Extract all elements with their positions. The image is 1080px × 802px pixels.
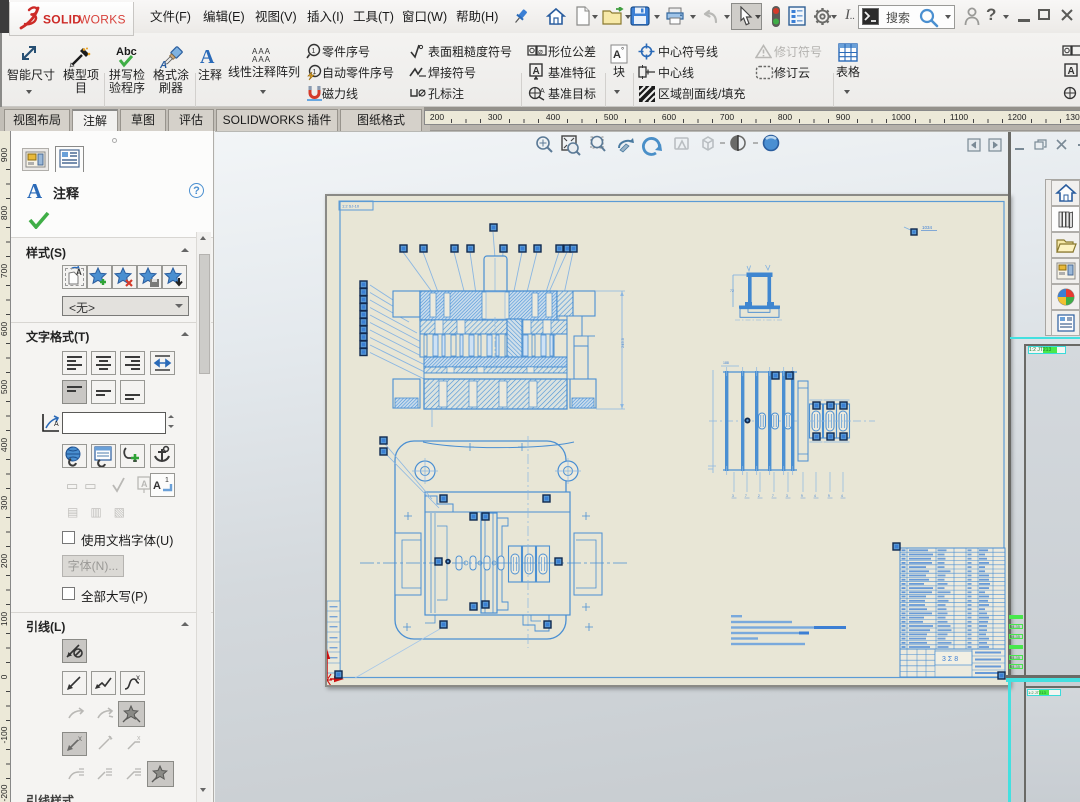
svg-text:1: 1 xyxy=(312,48,316,55)
svg-text:A: A xyxy=(200,46,215,68)
svg-text:2: 2 xyxy=(758,494,760,498)
svg-text:7: 7 xyxy=(772,494,774,498)
svg-text:300: 300 xyxy=(0,496,9,510)
svg-text:700: 700 xyxy=(720,112,734,122)
svg-text:AAA: AAA xyxy=(252,55,271,64)
svg-text:0: 0 xyxy=(0,674,9,679)
svg-text:A: A xyxy=(613,49,621,61)
svg-text:3: 3 xyxy=(732,494,734,498)
svg-text:3: 3 xyxy=(786,494,788,498)
svg-text:-200: -200 xyxy=(0,784,9,801)
svg-text:x: x xyxy=(137,735,141,742)
svg-text:-100: -100 xyxy=(0,726,9,743)
svg-text:9: 9 xyxy=(828,494,830,498)
svg-text:245.5: 245.5 xyxy=(620,337,625,348)
svg-text:A: A xyxy=(540,88,545,95)
svg-text:1034: 1034 xyxy=(922,225,933,230)
svg-text:800: 800 xyxy=(0,206,9,220)
svg-text:4: 4 xyxy=(841,494,843,498)
svg-text:600: 600 xyxy=(662,112,676,122)
svg-text:A: A xyxy=(54,421,59,428)
svg-text:500: 500 xyxy=(604,112,618,122)
svg-text:A: A xyxy=(1068,66,1075,77)
svg-text:1200: 1200 xyxy=(1008,112,1027,122)
svg-text:72: 72 xyxy=(730,289,734,293)
svg-text:x: x xyxy=(108,735,112,742)
svg-text:1:2 SJ-10: 1:2 SJ-10 xyxy=(342,204,360,209)
svg-text:⌀: ⌀ xyxy=(538,47,543,56)
svg-text:600: 600 xyxy=(0,322,9,336)
svg-text:500: 500 xyxy=(0,380,9,394)
svg-text:1300: 1300 xyxy=(1066,112,1080,122)
svg-text:200: 200 xyxy=(0,554,9,568)
svg-text:1: 1 xyxy=(165,477,169,484)
svg-text:x: x xyxy=(78,734,82,743)
svg-text:700: 700 xyxy=(0,264,9,278)
svg-text:1000: 1000 xyxy=(892,112,911,122)
svg-text:WORKS: WORKS xyxy=(79,13,126,27)
svg-text:SOLID: SOLID xyxy=(43,13,81,27)
svg-text:200: 200 xyxy=(430,112,444,122)
svg-text:100: 100 xyxy=(0,612,9,626)
svg-text:4: 4 xyxy=(814,494,816,498)
svg-text:400: 400 xyxy=(0,438,9,452)
svg-text:400: 400 xyxy=(546,112,560,122)
svg-text:Abc: Abc xyxy=(116,46,137,58)
svg-text:3Σ8: 3Σ8 xyxy=(942,656,960,663)
svg-text:A: A xyxy=(141,479,148,489)
svg-text:A: A xyxy=(153,480,161,492)
svg-text:900: 900 xyxy=(836,112,850,122)
svg-text:300: 300 xyxy=(488,112,502,122)
svg-text:800: 800 xyxy=(778,112,792,122)
svg-text:A: A xyxy=(533,66,540,77)
svg-text:x: x xyxy=(136,673,140,682)
svg-text:9: 9 xyxy=(801,494,803,498)
svg-text:°: ° xyxy=(621,46,624,55)
svg-text:1100: 1100 xyxy=(950,112,969,122)
svg-text:7: 7 xyxy=(745,494,747,498)
svg-text:900: 900 xyxy=(0,148,9,162)
svg-text:188: 188 xyxy=(723,361,729,365)
